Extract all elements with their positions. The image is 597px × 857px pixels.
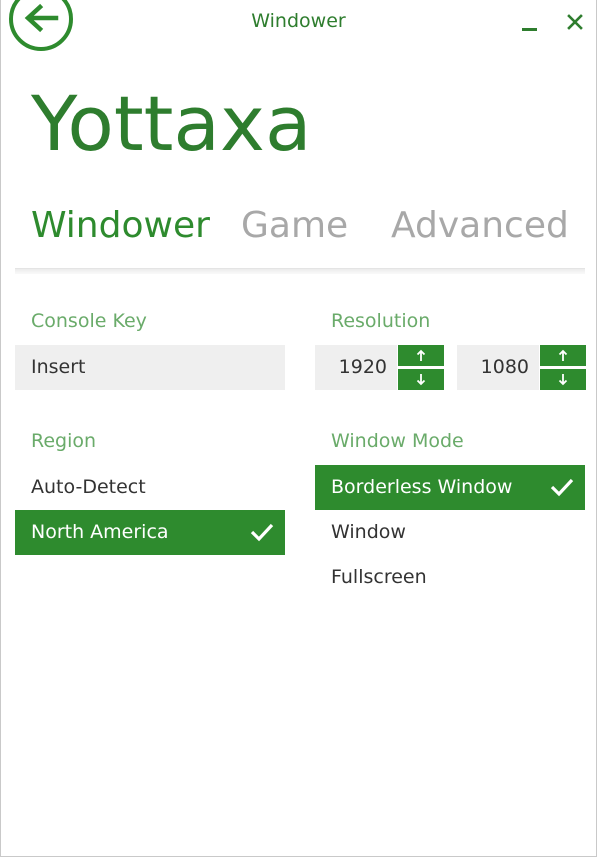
option-label: Window [331, 521, 406, 543]
width-decrement-button[interactable] [398, 369, 444, 390]
window-mode-option-borderless[interactable]: Borderless Window [315, 465, 585, 510]
tab-divider [15, 268, 585, 274]
window-mode-label: Window Mode [331, 430, 464, 452]
region-option-north-america[interactable]: North America [15, 510, 285, 555]
arrow-down-icon [558, 374, 568, 386]
resolution-height-field[interactable]: 1080 [457, 345, 539, 390]
resolution-width-field[interactable]: 1920 [315, 345, 397, 390]
tab-advanced[interactable]: Advanced [391, 202, 569, 250]
close-icon [567, 14, 583, 30]
height-decrement-button[interactable] [540, 369, 586, 390]
minimize-button[interactable] [516, 10, 544, 34]
option-label: Borderless Window [331, 476, 513, 498]
console-key-field[interactable]: Insert [15, 345, 285, 390]
resolution-width-stepper [398, 345, 444, 390]
arrow-up-icon [416, 349, 426, 361]
console-key-label: Console Key [31, 310, 147, 332]
height-increment-button[interactable] [540, 345, 586, 366]
checkmark-icon [550, 478, 574, 497]
profile-name: Yottaxa [31, 79, 312, 168]
resolution-label: Resolution [331, 310, 431, 332]
arrow-up-icon [558, 349, 568, 361]
arrow-down-icon [416, 374, 426, 386]
width-increment-button[interactable] [398, 345, 444, 366]
window-mode-option-fullscreen[interactable]: Fullscreen [315, 555, 585, 600]
option-label: Fullscreen [331, 566, 427, 588]
tab-windower[interactable]: Windower [31, 202, 210, 250]
region-label: Region [31, 430, 97, 452]
option-label: Auto-Detect [31, 476, 146, 498]
minimize-icon [522, 28, 537, 31]
region-option-auto-detect[interactable]: Auto-Detect [15, 465, 285, 510]
window-mode-option-window[interactable]: Window [315, 510, 585, 555]
option-label: North America [31, 521, 169, 543]
app-window: Windower Yottaxa Windower Game Advanced … [0, 0, 597, 857]
resolution-height-stepper [540, 345, 586, 390]
close-button[interactable] [561, 8, 589, 36]
checkmark-icon [250, 523, 274, 542]
tab-game[interactable]: Game [241, 202, 348, 250]
window-title: Windower [251, 10, 346, 32]
